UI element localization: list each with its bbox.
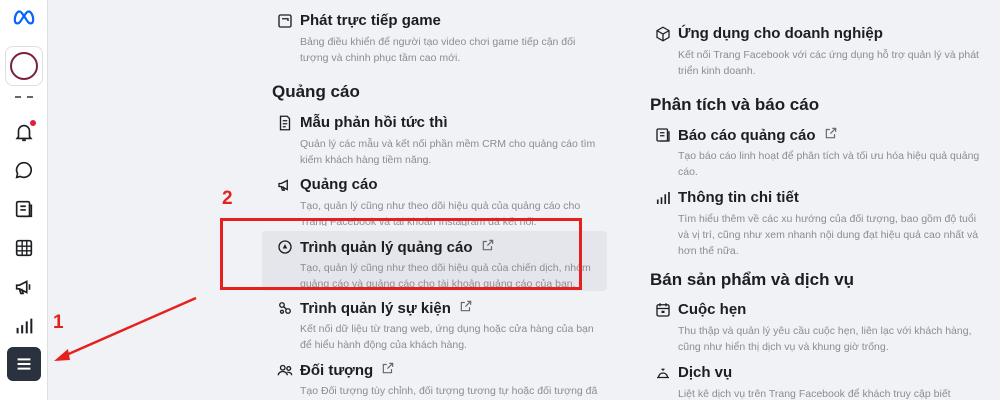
- annotation-arrow: [54, 296, 197, 361]
